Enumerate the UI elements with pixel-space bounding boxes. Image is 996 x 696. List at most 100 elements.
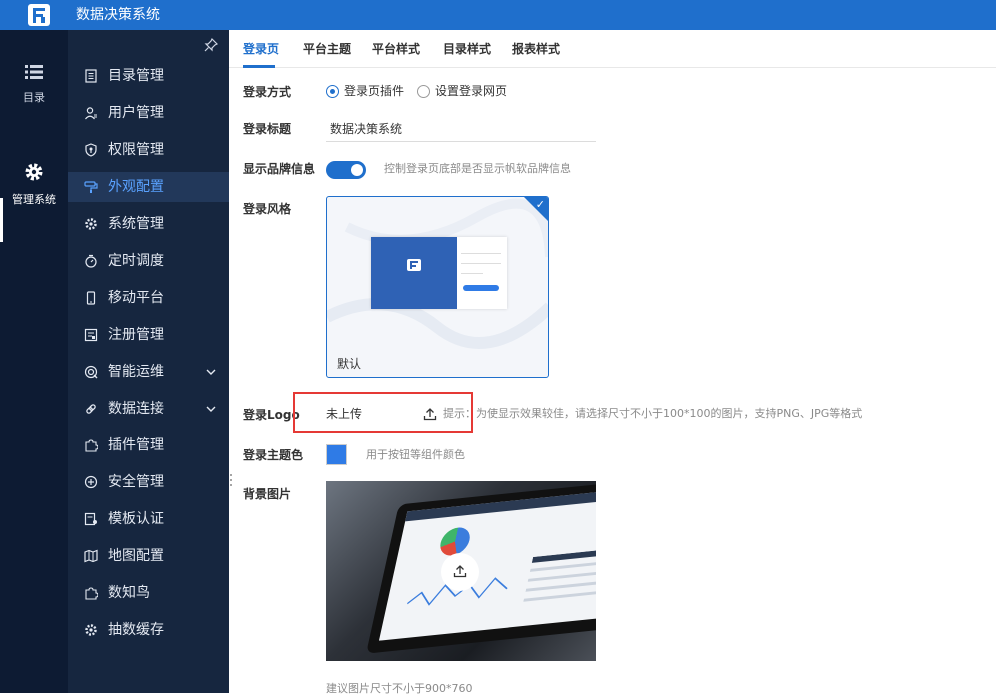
sidebar-item[interactable]: 定时调度 xyxy=(68,246,229,276)
sidebar-item[interactable]: 智能运维 xyxy=(68,357,229,387)
gear-icon xyxy=(85,624,97,636)
login-preview-thumbnail xyxy=(371,237,507,309)
sidebar-item[interactable]: 系统管理 xyxy=(68,209,229,239)
pin-icon[interactable] xyxy=(203,37,219,53)
sidebar-item[interactable]: 插件管理 xyxy=(68,430,229,460)
sidebar: 目录管理用户管理权限管理外观配置系统管理定时调度移动平台注册管理智能运维数据连接… xyxy=(68,30,229,693)
sidebar-item-label: 移动平台 xyxy=(108,290,164,306)
sidebar-item-label: 地图配置 xyxy=(108,548,164,564)
sidebar-item-label: 目录管理 xyxy=(108,68,164,84)
tab-report-style[interactable]: 报表样式 xyxy=(512,30,560,68)
tablet-illustration xyxy=(366,481,596,654)
rail-item-label: 管理系统 xyxy=(12,193,56,206)
radio-custom-webpage-label[interactable]: 设置登录网页 xyxy=(435,83,507,99)
puzzle-icon xyxy=(85,439,98,452)
theme-color-swatch[interactable] xyxy=(326,444,347,465)
sidebar-item[interactable]: 用户管理 xyxy=(68,98,229,128)
shield-plus-icon xyxy=(84,475,98,489)
sidebar-item[interactable]: 模板认证 xyxy=(68,504,229,534)
sidebar-item-label: 系统管理 xyxy=(108,216,164,232)
rail-item-label: 目录 xyxy=(23,91,45,104)
user-icon xyxy=(85,107,97,120)
sidebar-item-label: 外观配置 xyxy=(108,179,164,195)
sidebar-item[interactable]: 地图配置 xyxy=(68,541,229,571)
register-icon xyxy=(84,328,98,342)
sidebar-item[interactable]: 安全管理 xyxy=(68,467,229,497)
rail-item-management[interactable]: 管理系统 xyxy=(0,162,68,207)
shield-key-icon xyxy=(85,143,97,157)
tab-login-page[interactable]: 登录页 xyxy=(243,30,279,68)
pie-chart-illustration xyxy=(437,526,473,557)
paint-roller-icon xyxy=(84,181,98,193)
login-style-label: 登录风格 xyxy=(243,202,292,216)
show-brand-label: 显示品牌信息 xyxy=(243,162,316,176)
preview-login-button xyxy=(463,285,499,291)
check-icon: ✓ xyxy=(535,198,545,211)
sidebar-item-label: 安全管理 xyxy=(108,474,164,490)
sidebar-item[interactable]: 移动平台 xyxy=(68,283,229,313)
app-title: 数据决策系统 xyxy=(76,7,160,23)
tab-catalog-style[interactable]: 目录样式 xyxy=(443,30,491,68)
list-icon xyxy=(25,65,43,79)
show-brand-toggle[interactable] xyxy=(326,161,366,179)
highlight-box xyxy=(293,392,473,433)
login-style-card-name: 默认 xyxy=(337,357,362,371)
sidebar-item-label: 用户管理 xyxy=(108,105,164,121)
preview-logo-icon xyxy=(407,259,421,271)
radio-login-plugin[interactable] xyxy=(326,85,339,98)
preview-form-lines xyxy=(461,253,501,274)
left-rail: 目录 管理系统 xyxy=(0,30,68,693)
document-list-icon xyxy=(85,69,97,83)
login-logo-hint: 提示：为使显示效果较佳，请选择尺寸不小于100*100的图片，支持PNG、JPG… xyxy=(443,407,863,420)
sidebar-item[interactable]: 数据连接 xyxy=(68,394,229,424)
background-image-preview[interactable] xyxy=(326,481,596,661)
app-logo-icon xyxy=(28,4,50,26)
sidebar-item[interactable]: 抽数缓存 xyxy=(68,615,229,645)
sidebar-item[interactable]: 权限管理 xyxy=(68,135,229,165)
map-icon xyxy=(84,549,98,563)
top-bar: 数据决策系统 xyxy=(0,0,996,30)
table-illustration xyxy=(523,548,596,602)
certificate-icon xyxy=(84,512,97,526)
background-image-label: 背景图片 xyxy=(243,487,292,501)
background-image-hint: 建议图片尺寸不小于900*760 xyxy=(326,682,473,695)
show-brand-hint: 控制登录页底部是否显示帆软品牌信息 xyxy=(384,162,571,175)
sidebar-item-label: 抽数缓存 xyxy=(108,622,164,638)
sidebar-item[interactable]: 外观配置 xyxy=(68,172,229,202)
login-method-label: 登录方式 xyxy=(243,85,292,99)
upload-icon xyxy=(453,565,467,578)
tab-bar: 登录页 平台主题 平台样式 目录样式 报表样式 xyxy=(229,30,996,68)
login-title-input[interactable]: 数据决策系统 xyxy=(326,116,596,142)
rail-item-catalog[interactable]: 目录 xyxy=(0,64,68,105)
login-settings-form: 登录方式 登录页插件 设置登录网页 登录标题 数据决策系统 显示品牌信息 控制登… xyxy=(229,69,996,695)
background-upload-button[interactable] xyxy=(441,553,479,591)
sidebar-item-label: 智能运维 xyxy=(108,364,164,380)
sidebar-item[interactable]: 目录管理 xyxy=(68,61,229,91)
chevron-down-icon xyxy=(206,369,216,375)
ops-icon xyxy=(84,365,98,379)
login-style-card-default[interactable]: ✓ 默认 xyxy=(326,196,549,378)
sidebar-item-label: 插件管理 xyxy=(108,437,164,453)
tab-platform-theme[interactable]: 平台主题 xyxy=(303,30,351,68)
sidebar-item-label: 模板认证 xyxy=(108,511,164,527)
sidebar-item-label: 数知鸟 xyxy=(108,585,150,601)
sidebar-item-label: 权限管理 xyxy=(108,142,164,158)
gear-icon xyxy=(85,218,97,230)
radio-login-plugin-label[interactable]: 登录页插件 xyxy=(344,83,404,99)
chevron-down-icon xyxy=(206,406,216,412)
sidebar-item-label: 数据连接 xyxy=(108,401,164,417)
login-logo-label: 登录Logo xyxy=(243,408,300,422)
theme-color-hint: 用于按钮等组件颜色 xyxy=(366,448,465,461)
sidebar-item[interactable]: 注册管理 xyxy=(68,320,229,350)
theme-color-label: 登录主题色 xyxy=(243,448,304,462)
puzzle-icon xyxy=(85,587,98,600)
stopwatch-icon xyxy=(85,254,97,268)
mobile-icon xyxy=(86,291,96,305)
gear-icon xyxy=(25,163,43,181)
radio-custom-webpage[interactable] xyxy=(417,85,430,98)
tab-active-underline xyxy=(243,65,275,68)
tab-platform-style[interactable]: 平台样式 xyxy=(372,30,420,68)
sidebar-item[interactable]: 数知鸟 xyxy=(68,578,229,608)
link-icon xyxy=(86,404,96,414)
sidebar-item-label: 注册管理 xyxy=(108,327,164,343)
